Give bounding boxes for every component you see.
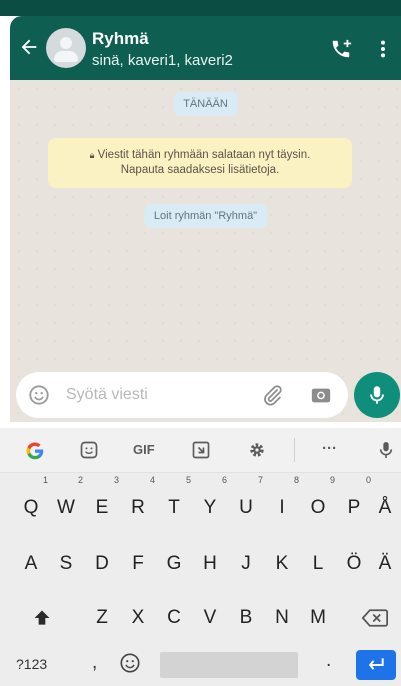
space-key[interactable]: [160, 652, 298, 678]
key-o-umlaut[interactable]: Ö: [339, 542, 369, 586]
comma-key[interactable]: ,: [92, 652, 97, 674]
key-j[interactable]: J: [231, 542, 261, 586]
add-call-icon[interactable]: [330, 38, 352, 60]
keyboard-toolbar: GIF ···: [0, 428, 401, 473]
camera-icon[interactable]: [310, 384, 332, 406]
message-input-bar[interactable]: Syötä viesti: [16, 372, 348, 418]
toolbar-divider: [294, 438, 295, 462]
sticker-icon[interactable]: [79, 440, 99, 460]
chat-area[interactable]: TÄNÄÄN 🔒︎ Viestit tähän ryhmään salataan…: [10, 80, 401, 422]
key-v[interactable]: V: [195, 596, 225, 640]
more-icon[interactable]: ···: [322, 440, 337, 457]
key-i[interactable]: I8: [267, 476, 299, 530]
mic-button[interactable]: [354, 372, 400, 418]
attach-icon[interactable]: [262, 384, 284, 406]
emoji-key-icon[interactable]: [119, 652, 141, 674]
key-e[interactable]: E3: [87, 476, 119, 530]
key-f[interactable]: F: [123, 542, 153, 586]
key-b[interactable]: B: [231, 596, 261, 640]
encryption-notice[interactable]: 🔒︎ Viestit tähän ryhmään salataan nyt tä…: [48, 138, 352, 188]
key-d[interactable]: D: [87, 542, 117, 586]
google-icon[interactable]: [24, 440, 46, 462]
group-created-label: Loit ryhmän "Ryhmä": [143, 204, 268, 228]
key-row-1: Q1 W2 E3 R4 T5 Y6 U7 I8 O9 P0 Å: [0, 476, 401, 530]
key-a-ring[interactable]: Å: [370, 486, 400, 530]
key-n[interactable]: N: [267, 596, 297, 640]
back-arrow-icon[interactable]: [18, 36, 40, 58]
key-c[interactable]: C: [159, 596, 189, 640]
key-w[interactable]: W2: [51, 476, 83, 530]
encryption-line-2: Napauta saadaksesi lisätietoja.: [120, 164, 280, 176]
translate-icon[interactable]: [191, 440, 211, 460]
backspace-icon[interactable]: [362, 608, 388, 628]
message-input[interactable]: Syötä viesti: [66, 386, 148, 404]
key-a-umlaut[interactable]: Ä: [370, 542, 400, 586]
key-row-3: Z X C V B N M: [0, 596, 401, 640]
key-p[interactable]: P0: [339, 476, 371, 530]
enter-key[interactable]: [356, 650, 396, 680]
key-t[interactable]: T5: [159, 476, 191, 530]
key-q[interactable]: Q1: [16, 476, 48, 530]
mic-icon: [370, 386, 384, 404]
key-m[interactable]: M: [303, 596, 333, 640]
keyboard: GIF ··· Q1 W2 E3 R4 T5 Y6 U7 I8 O9 P0 Å …: [0, 428, 401, 686]
key-u[interactable]: U7: [231, 476, 263, 530]
key-a[interactable]: A: [16, 542, 46, 586]
status-bar: [0, 0, 401, 16]
settings-icon[interactable]: [247, 440, 267, 460]
key-row-2: A S D F G H J K L Ö Ä: [0, 542, 401, 586]
emoji-icon[interactable]: [28, 384, 50, 406]
group-avatar-icon[interactable]: [46, 28, 86, 68]
more-vert-icon[interactable]: [378, 38, 388, 60]
enter-icon: [368, 658, 384, 670]
key-y[interactable]: Y6: [195, 476, 227, 530]
shift-icon[interactable]: [32, 608, 52, 628]
key-s[interactable]: S: [51, 542, 81, 586]
key-row-4: ?123 , .: [0, 642, 401, 686]
chat-header: Ryhmä sinä, kaveri1, kaveri2: [10, 16, 401, 80]
key-x[interactable]: X: [123, 596, 153, 640]
key-z[interactable]: Z: [87, 596, 117, 640]
period-key[interactable]: .: [326, 650, 331, 672]
key-l[interactable]: L: [303, 542, 333, 586]
mic-icon[interactable]: [378, 440, 394, 460]
chat-participants[interactable]: sinä, kaveri1, kaveri2: [92, 52, 233, 69]
key-k[interactable]: K: [267, 542, 297, 586]
key-o[interactable]: O9: [303, 476, 335, 530]
chat-title[interactable]: Ryhmä: [92, 29, 149, 49]
symbols-key[interactable]: ?123: [16, 656, 47, 672]
date-label: TÄNÄÄN: [173, 92, 238, 116]
key-g[interactable]: G: [159, 542, 189, 586]
key-h[interactable]: H: [195, 542, 225, 586]
key-r[interactable]: R4: [123, 476, 155, 530]
gif-icon[interactable]: GIF: [133, 442, 155, 457]
lock-icon: 🔒︎: [89, 150, 95, 160]
encryption-line-1: Viestit tähän ryhmään salataan nyt täysi…: [97, 149, 311, 161]
